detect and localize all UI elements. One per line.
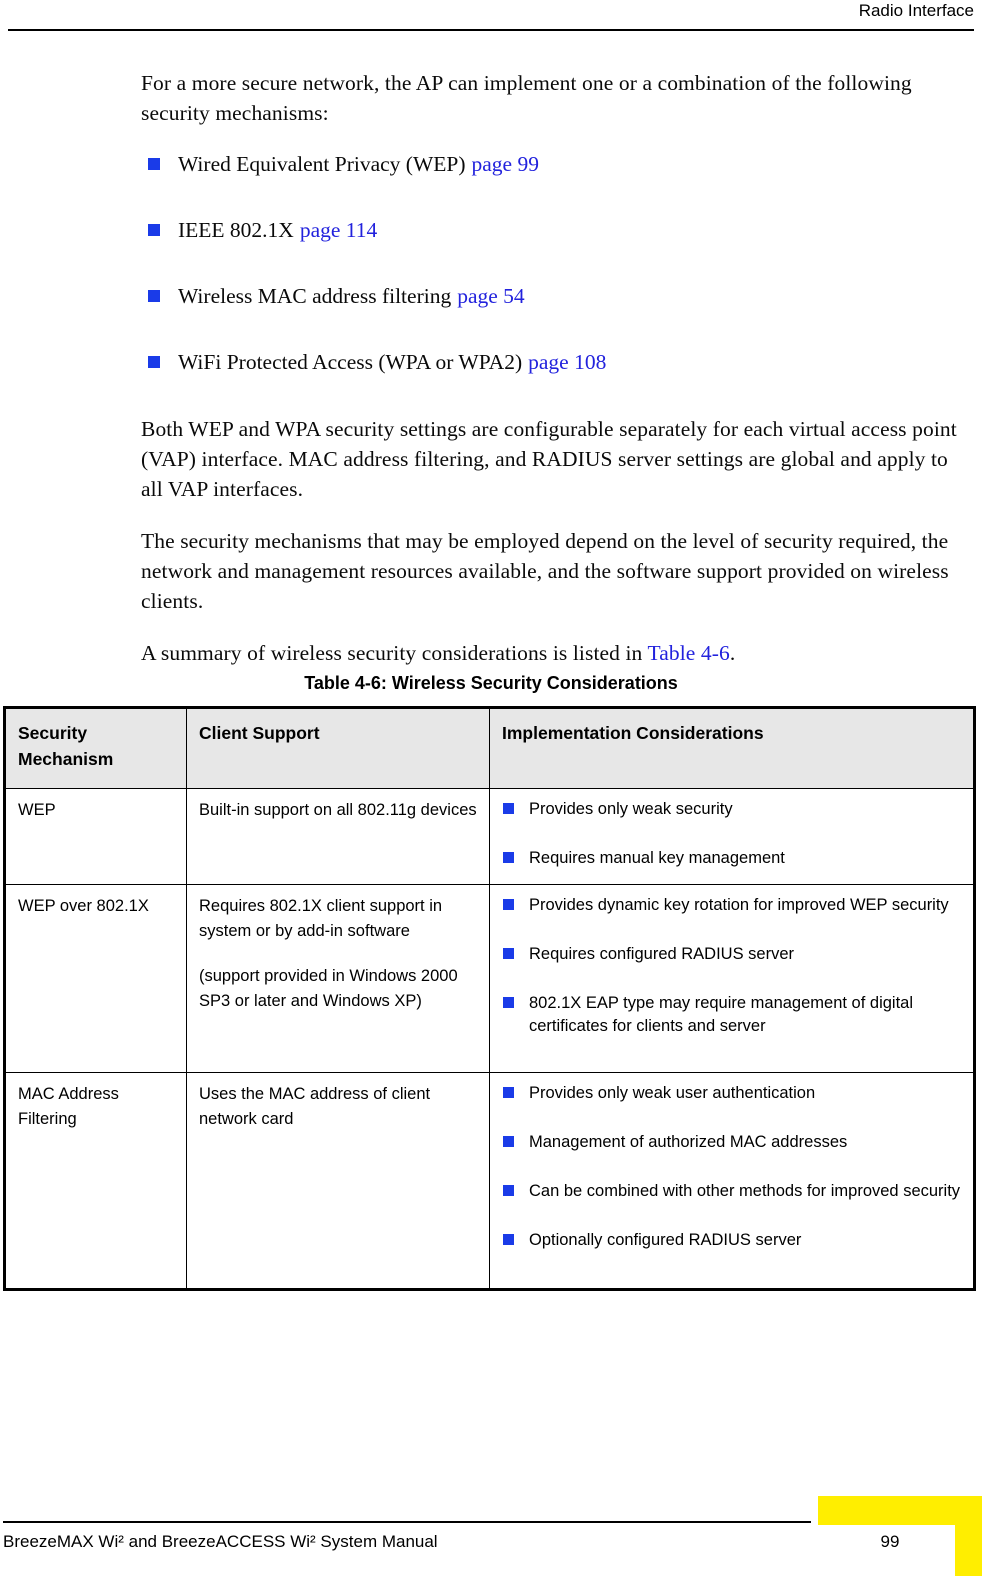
consideration-text: Requires manual key management: [529, 849, 785, 867]
square-bullet-icon: [503, 1087, 514, 1098]
intro-paragraph: For a more secure network, the AP can im…: [141, 71, 912, 125]
cell-considerations: Provides only weak security Requires man…: [489, 788, 974, 885]
square-bullet-icon: [503, 803, 514, 814]
page-crossref-link[interactable]: page 108: [528, 350, 606, 374]
list-item: Requires configured RADIUS server: [502, 943, 963, 966]
list-item: Provides dynamic key rotation for improv…: [502, 894, 963, 917]
consideration-text: 802.1X EAP type may require management o…: [529, 994, 914, 1035]
list-item: Management of authorized MAC addresses: [502, 1131, 963, 1154]
paragraph-mechanism-selection: The security mechanisms that may be empl…: [141, 529, 949, 613]
consideration-text: Can be combined with other methods for i…: [529, 1182, 961, 1200]
column-header-client-support: Client Support: [186, 708, 490, 789]
list-item: 802.1X EAP type may require management o…: [502, 992, 963, 1038]
considerations-list: Provides only weak security Requires man…: [502, 798, 963, 870]
cell-considerations: Provides dynamic key rotation for improv…: [489, 884, 974, 1073]
list-item: Provides only weak user authentication: [502, 1082, 963, 1105]
paragraph-table-reference: A summary of wireless security considera…: [141, 638, 974, 668]
mechanism-label: Wireless MAC address filtering: [178, 284, 452, 308]
paragraph-vap-scope: Both WEP and WPA security settings are c…: [141, 417, 957, 501]
list-item: Wired Equivalent Privacy (WEP) page 99: [141, 150, 974, 178]
square-bullet-icon: [503, 1136, 514, 1147]
square-bullet-icon: [503, 852, 514, 863]
client-support-text: (support provided in Windows 2000 SP3 or…: [199, 967, 458, 1010]
consideration-text: Optionally configured RADIUS server: [529, 1231, 802, 1249]
page-crossref-link[interactable]: page 114: [300, 218, 377, 242]
list-item: Requires manual key management: [502, 847, 963, 870]
consideration-text: Provides only weak user authentication: [529, 1084, 816, 1102]
table-row: MAC Address Filtering Uses the MAC addre…: [5, 1072, 974, 1289]
consideration-text: Provides only weak security: [529, 800, 733, 818]
running-head-title: Radio Interface: [858, 1, 974, 20]
consideration-text: Requires configured RADIUS server: [529, 945, 795, 963]
list-item: IEEE 802.1X page 114: [141, 216, 974, 244]
square-bullet-icon: [148, 356, 160, 368]
consideration-text: Provides dynamic key rotation for improv…: [529, 896, 949, 914]
square-bullet-icon: [503, 948, 514, 959]
cell-client-support: Uses the MAC address of client network c…: [186, 1072, 490, 1289]
square-bullet-icon: [503, 1185, 514, 1196]
footer-manual-title: BreezeMAX Wi² and BreezeACCESS Wi² Syste…: [3, 1532, 438, 1551]
column-header-implementation-considerations: Implementation Considerations: [489, 708, 974, 789]
consideration-text: Management of authorized MAC addresses: [529, 1133, 848, 1151]
wireless-security-table: Security Mechanism Client Support Implem…: [3, 706, 976, 1291]
square-bullet-icon: [148, 158, 160, 170]
mechanism-label: WiFi Protected Access (WPA or WPA2): [178, 350, 523, 374]
cell-mechanism: WEP: [5, 788, 187, 885]
table-ref-suffix: .: [729, 641, 736, 665]
square-bullet-icon: [503, 899, 514, 910]
list-item: Provides only weak security: [502, 798, 963, 821]
footer-accent-bar-vertical: [955, 1496, 982, 1576]
list-item: Optionally configured RADIUS server: [502, 1229, 963, 1252]
security-mechanisms-list: Wired Equivalent Privacy (WEP) page 99 IE…: [141, 150, 974, 376]
client-support-text: Built-in support on all 802.11g devices: [199, 801, 477, 819]
list-item: WiFi Protected Access (WPA or WPA2) page …: [141, 348, 974, 376]
page-crossref-link[interactable]: page 54: [457, 284, 524, 308]
square-bullet-icon: [503, 1234, 514, 1245]
header-divider: [8, 29, 974, 31]
client-support-text: Uses the MAC address of client network c…: [199, 1085, 431, 1128]
considerations-list: Provides only weak user authentication M…: [502, 1082, 963, 1252]
mechanism-label: IEEE 802.1X: [178, 218, 294, 242]
table-row: WEP Built-in support on all 802.11g devi…: [5, 788, 974, 885]
list-item: Can be combined with other methods for i…: [502, 1180, 963, 1203]
page-content: For a more secure network, the AP can im…: [141, 68, 974, 688]
table-ref-prefix: A summary of wireless security considera…: [141, 641, 648, 665]
table-header-row: Security Mechanism Client Support Implem…: [5, 708, 974, 789]
cell-client-support: Requires 802.1X client support in system…: [186, 884, 490, 1073]
table-row: WEP over 802.1X Requires 802.1X client s…: [5, 884, 974, 1073]
page-crossref-link[interactable]: page 99: [472, 152, 539, 176]
cell-mechanism: WEP over 802.1X: [5, 884, 187, 1073]
square-bullet-icon: [148, 224, 160, 236]
square-bullet-icon: [148, 290, 160, 302]
cell-client-support: Built-in support on all 802.11g devices: [186, 788, 490, 885]
column-header-security-mechanism: Security Mechanism: [5, 708, 187, 789]
table-caption: Table 4-6: Wireless Security Considerati…: [304, 673, 678, 693]
footer-divider: [3, 1521, 811, 1523]
table-crossref-link[interactable]: Table 4-6: [648, 641, 730, 665]
considerations-list: Provides dynamic key rotation for improv…: [502, 894, 963, 1038]
list-item: Wireless MAC address filtering page 54: [141, 282, 974, 310]
square-bullet-icon: [503, 997, 514, 1008]
mechanism-label: Wired Equivalent Privacy (WEP): [178, 152, 466, 176]
cell-considerations: Provides only weak user authentication M…: [489, 1072, 974, 1289]
client-support-text: Requires 802.1X client support in system…: [199, 897, 443, 940]
page-number: 99: [880, 1532, 900, 1551]
cell-mechanism: MAC Address Filtering: [5, 1072, 187, 1289]
